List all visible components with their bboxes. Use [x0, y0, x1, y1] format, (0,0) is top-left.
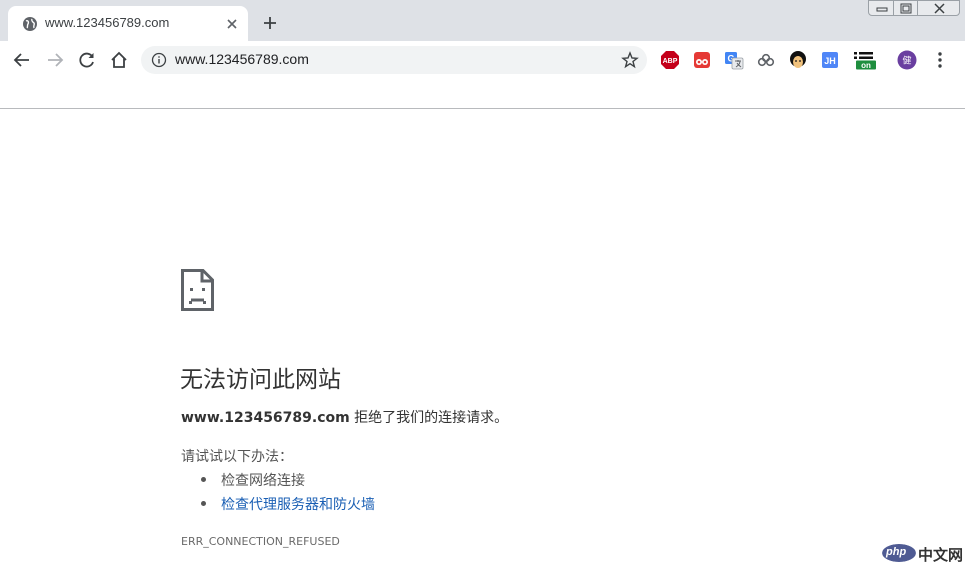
error-host: www.123456789.com: [181, 410, 350, 426]
back-arrow-icon[interactable]: [12, 50, 32, 70]
tab-active[interactable]: www.123456789.com: [8, 6, 248, 41]
star-icon[interactable]: [621, 51, 639, 69]
bullet: [201, 501, 206, 506]
suggestion-text: 检查网络连接: [221, 473, 305, 489]
error-summary: www.123456789.com 拒绝了我们的连接请求。: [181, 407, 508, 427]
forward-arrow-icon[interactable]: [45, 50, 65, 70]
maximize-button[interactable]: [893, 0, 918, 16]
tampermonkey-icon[interactable]: [692, 50, 712, 70]
tab-title: www.123456789.com: [45, 15, 170, 30]
address-bar[interactable]: www.123456789.com: [141, 46, 647, 74]
url-text[interactable]: www.123456789.com: [175, 51, 309, 67]
error-summary-text: 拒绝了我们的连接请求。: [349, 410, 509, 426]
tab-strip: www.123456789.com: [0, 0, 965, 41]
menu-dots-icon[interactable]: [930, 50, 950, 70]
toolbar: www.123456789.com ABP G JH on 健: [0, 41, 965, 78]
svg-text:ABP: ABP: [663, 58, 678, 65]
suggestion-check-proxy-link[interactable]: 检查代理服务器和防火墙: [201, 494, 375, 514]
error-title: 无法访问此网站: [180, 367, 341, 393]
on-extension-icon[interactable]: on: [852, 50, 876, 70]
suggestion-check-network: 检查网络连接: [201, 470, 305, 490]
jh-extension-icon[interactable]: JH: [820, 50, 840, 70]
bookmark-bar: [0, 78, 965, 109]
svg-text:on: on: [861, 61, 871, 70]
watermark-logo-text: php: [886, 546, 907, 558]
error-code: ERR_CONNECTION_REFUSED: [181, 535, 340, 548]
svg-text:健: 健: [902, 55, 911, 67]
avatar-extension-icon[interactable]: [788, 50, 808, 70]
reload-icon[interactable]: [77, 50, 97, 70]
globe-icon: [23, 17, 37, 31]
minimize-button[interactable]: [868, 0, 894, 16]
try-label: 请试试以下办法：: [181, 449, 293, 465]
home-icon[interactable]: [109, 50, 129, 70]
adblock-plus-icon[interactable]: ABP: [660, 50, 680, 70]
php-cn-watermark: php 中文网: [882, 543, 964, 564]
error-page: 无法访问此网站 www.123456789.com 拒绝了我们的连接请求。 请试…: [0, 110, 965, 564]
google-translate-icon[interactable]: G: [724, 50, 744, 70]
suggestion-link-text[interactable]: 检查代理服务器和防火墙: [221, 497, 375, 513]
cloud-extension-icon[interactable]: [756, 50, 776, 70]
bullet: [201, 477, 206, 482]
browser-window: www.123456789.com www.123456789.com ABP …: [0, 0, 965, 564]
info-icon[interactable]: [151, 52, 167, 68]
svg-text:JH: JH: [824, 56, 836, 66]
profile-avatar[interactable]: 健: [897, 50, 917, 70]
sad-page-icon: [181, 269, 214, 311]
watermark-site-text: 中文网: [918, 546, 964, 564]
new-tab-button[interactable]: [262, 15, 278, 31]
close-window-button[interactable]: [917, 0, 960, 16]
close-icon[interactable]: [225, 17, 239, 31]
